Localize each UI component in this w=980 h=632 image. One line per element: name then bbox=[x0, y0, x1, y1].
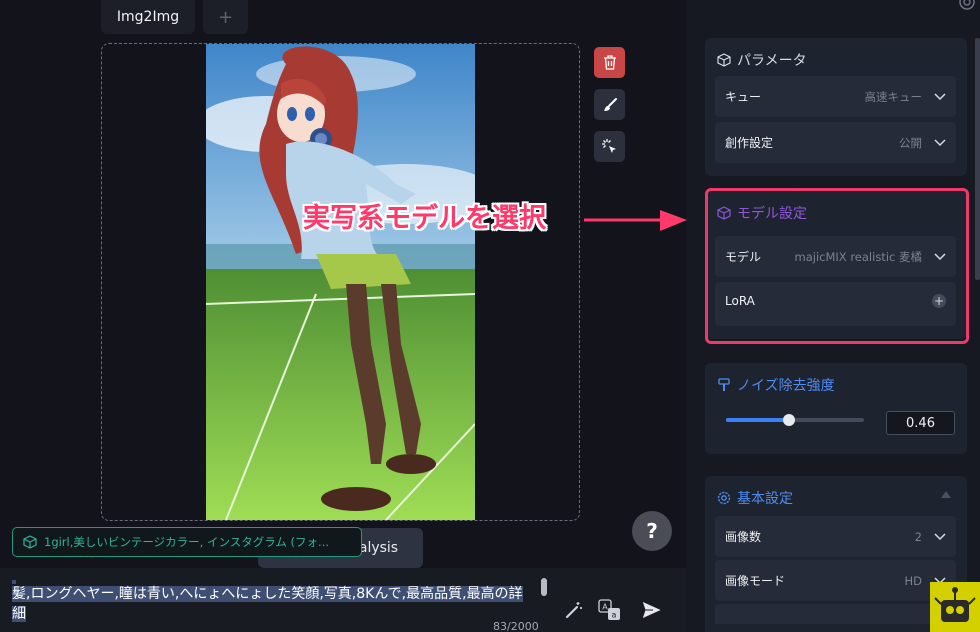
brush-icon bbox=[603, 97, 617, 111]
panel-scrollbar[interactable] bbox=[975, 38, 980, 280]
image-mode-label: 画像モード bbox=[725, 574, 786, 588]
creation-setting-select[interactable]: 創作設定 公開 bbox=[715, 122, 956, 163]
chevron-down-icon bbox=[934, 532, 946, 540]
basic-settings-title-text: 基本設定 bbox=[737, 491, 793, 507]
annotation-arrow-icon bbox=[584, 210, 687, 231]
annotation-highlight-box bbox=[705, 188, 969, 344]
add-tab-button[interactable]: + bbox=[203, 0, 248, 34]
assistant-mascot[interactable] bbox=[930, 582, 980, 632]
send-icon bbox=[641, 600, 663, 620]
send-button[interactable] bbox=[640, 598, 664, 622]
image-count-select[interactable]: 画像数 2 bbox=[715, 516, 956, 557]
image-count-label: 画像数 bbox=[725, 530, 762, 544]
image-mode-select[interactable]: 画像モード HD bbox=[715, 560, 956, 601]
prompt-text[interactable]: 髪,ロングヘヤー,瞳は青い,へにょへにょした笑顔,写真,8Kんで,最高品質,最高… bbox=[12, 578, 526, 626]
workspace: Img2Img + ? nalysis 1girl,美しいビンテージカラー, イ… bbox=[0, 0, 686, 632]
brush-icon bbox=[718, 378, 730, 391]
svg-text:A: A bbox=[602, 603, 608, 612]
prompt-line-3: 細 bbox=[12, 606, 26, 622]
denoise-slider[interactable] bbox=[726, 414, 864, 426]
next-setting-row[interactable] bbox=[715, 604, 956, 624]
queue-select[interactable]: キュー 高速キュー bbox=[715, 76, 956, 117]
prompt-scrollbar[interactable] bbox=[541, 578, 547, 596]
creation-setting-value: 公開 bbox=[899, 135, 922, 150]
parameters-card: パラメータ キュー 高速キュー 創作設定 公開 bbox=[705, 38, 967, 176]
parameters-title: パラメータ bbox=[717, 50, 807, 70]
magic-wand-button[interactable] bbox=[562, 598, 586, 622]
settings-gear-icon[interactable] bbox=[956, 0, 978, 14]
denoise-title: ノイズ除去強度 bbox=[717, 375, 835, 395]
cube-icon bbox=[23, 535, 37, 549]
queue-value: 高速キュー bbox=[864, 89, 923, 104]
denoise-value-input[interactable]: 0.46 bbox=[886, 411, 955, 435]
denoise-title-text: ノイズ除去強度 bbox=[737, 378, 835, 394]
tag-chip-text: 1girl,美しいビンテージカラー, インスタグラム (フォ... bbox=[44, 535, 330, 549]
anime-girl-illustration bbox=[206, 44, 475, 520]
gear-icon bbox=[717, 491, 731, 505]
creation-setting-label: 創作設定 bbox=[725, 136, 774, 150]
magic-select-button[interactable] bbox=[594, 131, 625, 162]
denoise-card: ノイズ除去強度 bbox=[705, 363, 967, 454]
robot-icon bbox=[934, 587, 976, 622]
delete-image-button[interactable] bbox=[594, 47, 625, 78]
magic-select-icon bbox=[601, 138, 616, 153]
basic-settings-card: 基本設定 画像数 2 画像モード HD bbox=[705, 476, 967, 632]
tab-img2img[interactable]: Img2Img bbox=[101, 0, 195, 34]
source-image bbox=[206, 44, 475, 520]
tag-suggestion-chip[interactable]: 1girl,美しいビンテージカラー, インスタグラム (フォ... bbox=[12, 527, 362, 557]
brush-tool-button[interactable] bbox=[594, 89, 625, 120]
collapse-caret-icon[interactable] bbox=[941, 491, 951, 498]
chevron-down-icon bbox=[934, 92, 946, 100]
app-root: Img2Img + ? nalysis 1girl,美しいビンテージカラー, イ… bbox=[0, 0, 980, 632]
cube-icon bbox=[717, 53, 731, 67]
translate-button[interactable]: A a bbox=[598, 598, 622, 622]
basic-settings-title: 基本設定 bbox=[717, 488, 793, 508]
denoise-slider-fill bbox=[726, 418, 790, 422]
parameters-title-text: パラメータ bbox=[737, 53, 807, 69]
image-count-value: 2 bbox=[914, 529, 922, 544]
image-mode-value: HD bbox=[904, 573, 922, 588]
magic-wand-icon bbox=[565, 602, 582, 619]
svg-text:a: a bbox=[612, 611, 617, 620]
queue-label: キュー bbox=[725, 90, 762, 104]
help-button[interactable]: ? bbox=[632, 511, 672, 551]
prompt-char-counter: 83/2000 bbox=[493, 620, 539, 632]
translate-icon: A a bbox=[598, 599, 620, 620]
trash-icon bbox=[603, 55, 616, 70]
prompt-line-2: 髪,ロングヘヤー,瞳は青い,へにょへにょした笑顔,写真,8Kんで,最高品質,最高… bbox=[12, 586, 523, 602]
chevron-down-icon bbox=[934, 138, 946, 146]
annotation-label: 実写系モデルを選択 bbox=[303, 203, 546, 234]
